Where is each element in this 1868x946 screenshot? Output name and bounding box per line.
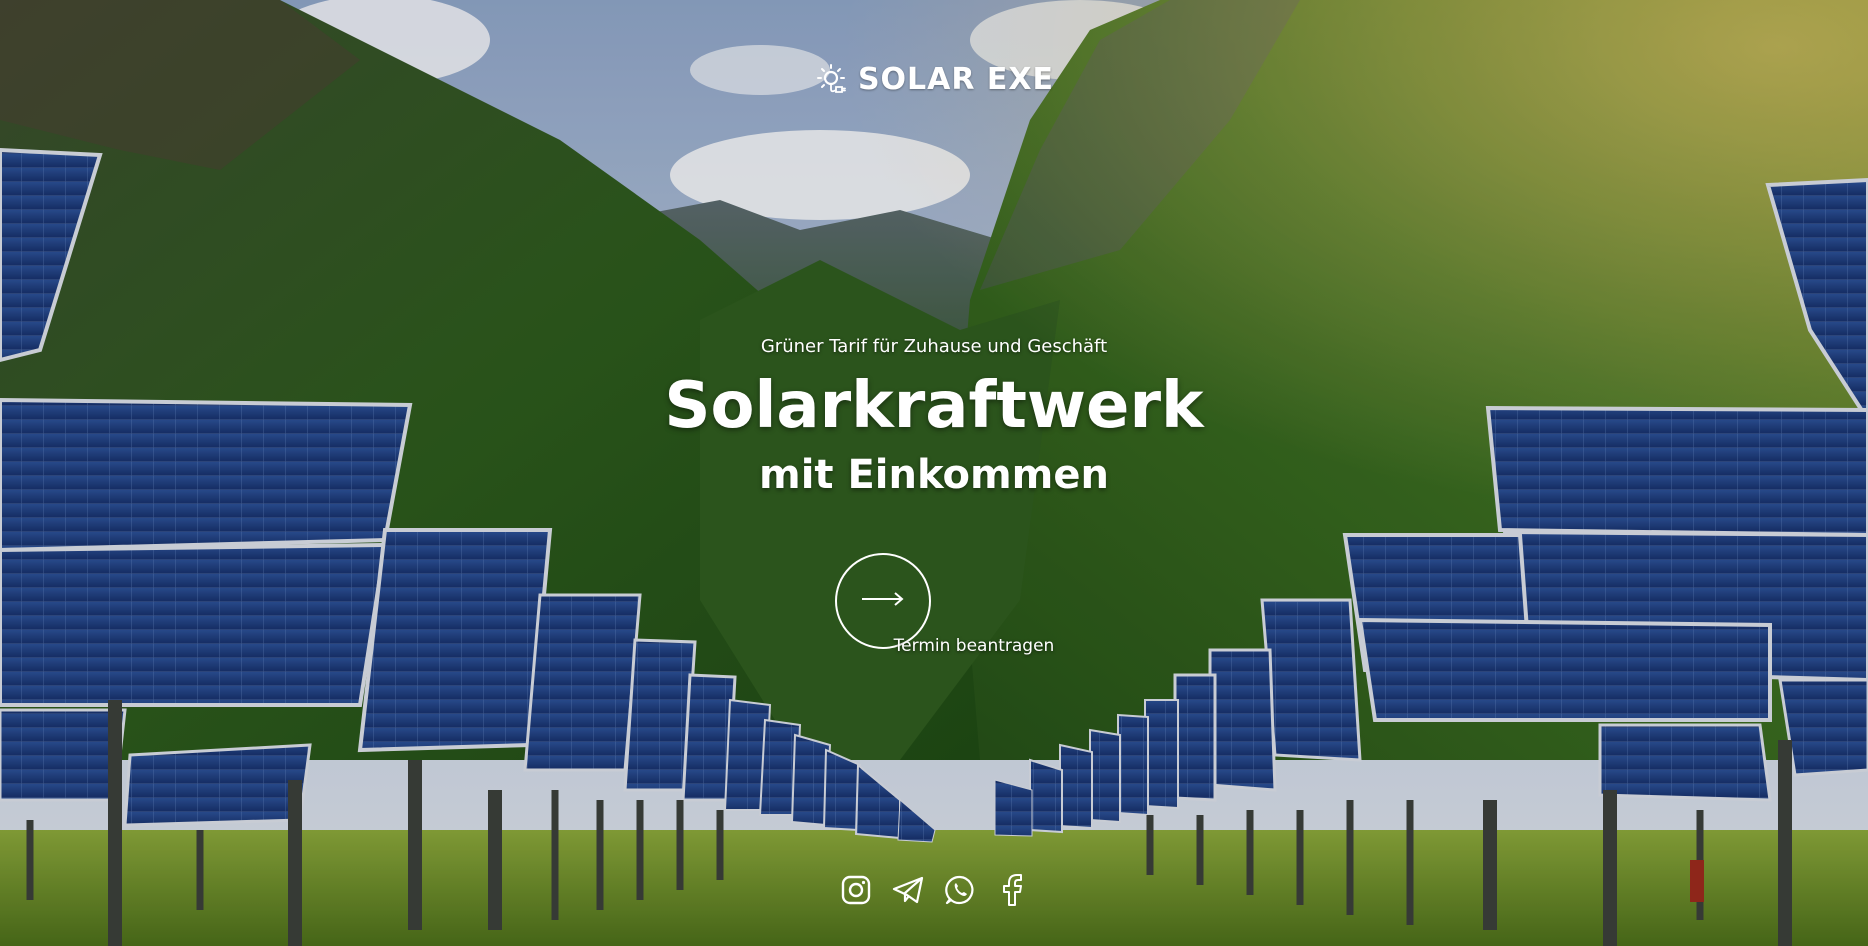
telegram-icon[interactable] — [891, 873, 925, 907]
social-links — [0, 873, 1868, 907]
hero-headline: Solarkraftwerk — [664, 369, 1204, 443]
hero-tagline: Grüner Tarif für Zuhause und Geschäft — [760, 336, 1108, 357]
appointment-label-text: Termin beantragen — [893, 636, 1055, 656]
brand-logo[interactable]: SOLAR EXE — [0, 62, 1868, 97]
hero-section: SOLAR EXE Grüner Tarif für Zuhause und G… — [0, 0, 1868, 946]
hero-subheadline: mit Einkommen — [759, 452, 1109, 498]
sun-plug-icon — [814, 63, 848, 97]
appointment-button[interactable] — [835, 553, 931, 649]
instagram-icon[interactable] — [839, 873, 873, 907]
arrow-right-icon — [861, 591, 905, 611]
whatsapp-icon[interactable] — [943, 873, 977, 907]
appointment-label[interactable]: Termin beantragen — [0, 636, 1868, 656]
facebook-icon[interactable] — [995, 873, 1029, 907]
hero-content: SOLAR EXE Grüner Tarif für Zuhause und G… — [0, 0, 1868, 946]
logo-text: SOLAR EXE — [857, 62, 1055, 97]
